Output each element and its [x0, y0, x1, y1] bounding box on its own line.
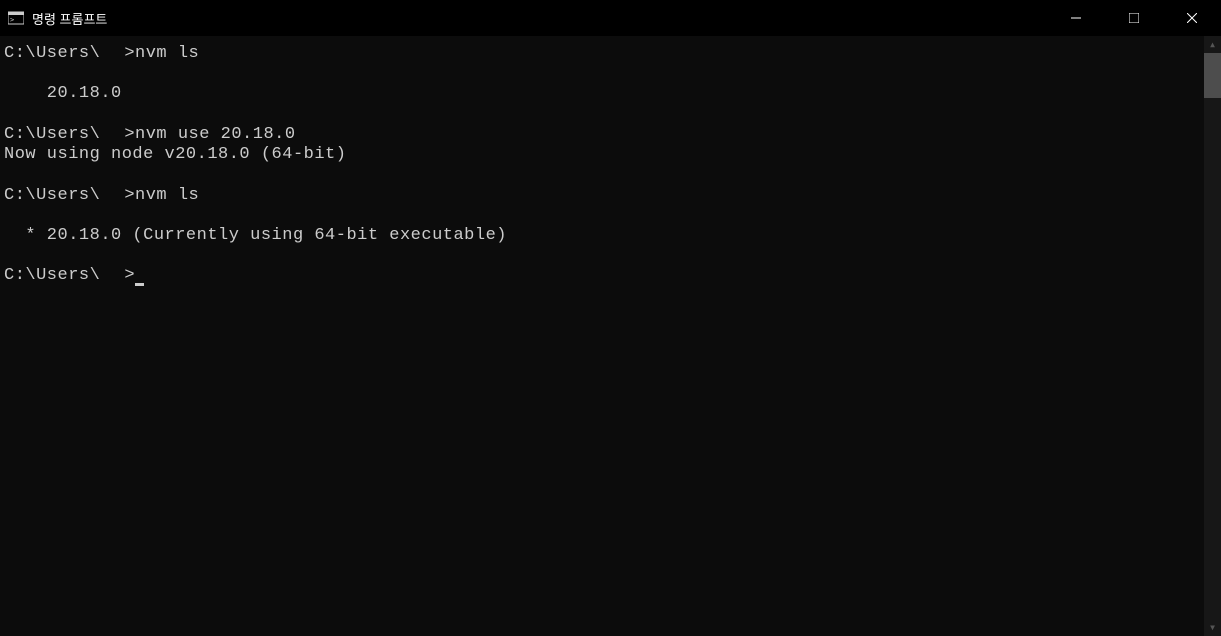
terminal-line: C:\Users\>nvm use 20.18.0 [4, 125, 1200, 145]
terminal-line: C:\Users\>nvm ls [4, 186, 1200, 206]
window-title: 명령 프롬프트 [32, 9, 107, 28]
terminal-line [4, 246, 1200, 266]
cursor [135, 283, 144, 286]
terminal-line: C:\Users\>nvm ls [4, 44, 1200, 64]
terminal-line: 20.18.0 [4, 84, 1200, 104]
window-controls [1047, 0, 1221, 36]
titlebar-left: >_ 명령 프롬프트 [8, 9, 107, 28]
terminal-line: * 20.18.0 (Currently using 64-bit execut… [4, 226, 1200, 246]
close-button[interactable] [1163, 0, 1221, 36]
terminal-line: Now using node v20.18.0 (64-bit) [4, 145, 1200, 165]
cmd-icon: >_ [8, 10, 24, 26]
scrollbar[interactable]: ▲ ▼ [1204, 36, 1221, 636]
minimize-button[interactable] [1047, 0, 1105, 36]
scroll-down-arrow[interactable]: ▼ [1204, 619, 1221, 636]
terminal-line [4, 64, 1200, 84]
scroll-up-arrow[interactable]: ▲ [1204, 36, 1221, 53]
terminal-line [4, 166, 1200, 186]
terminal-container: C:\Users\>nvm ls 20.18.0 C:\Users\>nvm us… [0, 36, 1221, 636]
scroll-thumb[interactable] [1204, 53, 1221, 98]
terminal-line [4, 206, 1200, 226]
titlebar: >_ 명령 프롬프트 [0, 0, 1221, 36]
maximize-button[interactable] [1105, 0, 1163, 36]
svg-text:>_: >_ [10, 16, 19, 24]
terminal-line [4, 105, 1200, 125]
terminal-line: C:\Users\> [4, 266, 1200, 286]
terminal-output[interactable]: C:\Users\>nvm ls 20.18.0 C:\Users\>nvm us… [0, 36, 1204, 636]
